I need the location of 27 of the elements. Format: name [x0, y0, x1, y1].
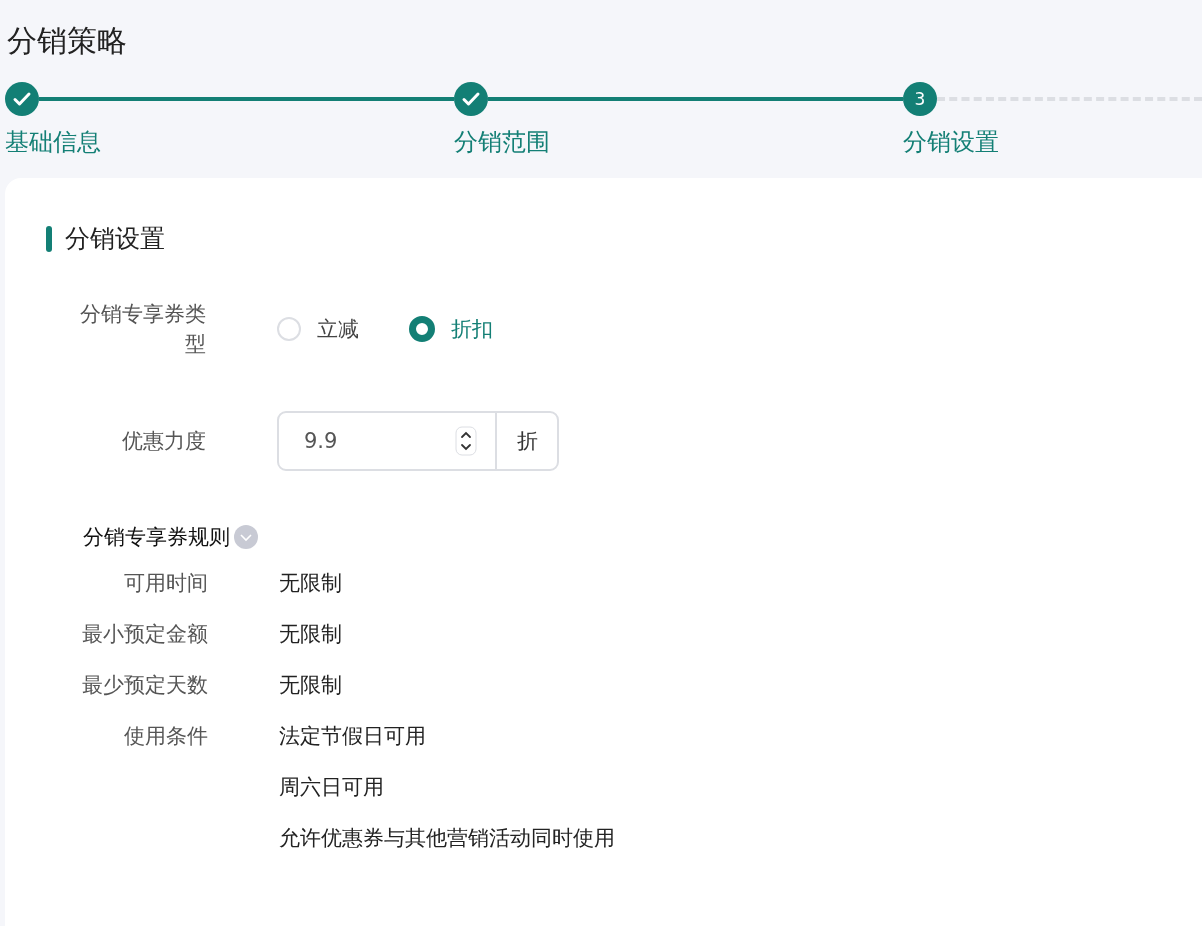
rules-title: 分销专享券规则 — [83, 524, 230, 551]
rule-label: 使用条件 — [123, 723, 208, 750]
field-label: 优惠力度 — [121, 428, 206, 455]
step-number: 3 — [903, 82, 937, 116]
number-input-field[interactable]: 9.9 — [279, 413, 497, 469]
rule-label: 最少预定天数 — [81, 672, 208, 699]
radio-icon — [277, 317, 301, 341]
step-label: 分销范围 — [454, 127, 550, 158]
rule-label: 可用时间 — [123, 570, 208, 597]
radio-option[interactable]: 折扣 — [409, 315, 493, 343]
rule-value: 无限制 — [279, 621, 342, 648]
rule-value: 周六日可用 — [279, 774, 385, 801]
rule-value: 允许优惠券与其他营销活动同时使用 — [279, 825, 615, 852]
rule-value: 无限制 — [279, 672, 342, 699]
field-label: 分销专享券类型 — [79, 301, 206, 358]
radio-icon — [409, 316, 435, 342]
section-accent-bar — [46, 225, 52, 252]
radio-option[interactable]: 立减 — [277, 315, 359, 343]
unit-label: 折 — [515, 428, 539, 455]
step-label: 基础信息 — [5, 127, 101, 158]
step-label: 分销设置 — [903, 127, 999, 158]
page-title: 分销策略 — [7, 22, 128, 60]
rule-value: 法定节假日可用 — [279, 723, 427, 750]
section-title: 分销设置 — [65, 223, 165, 255]
spinner-icon[interactable] — [455, 426, 477, 456]
rule-label: 最小预定金额 — [81, 621, 208, 648]
rule-value: 无限制 — [279, 570, 342, 597]
